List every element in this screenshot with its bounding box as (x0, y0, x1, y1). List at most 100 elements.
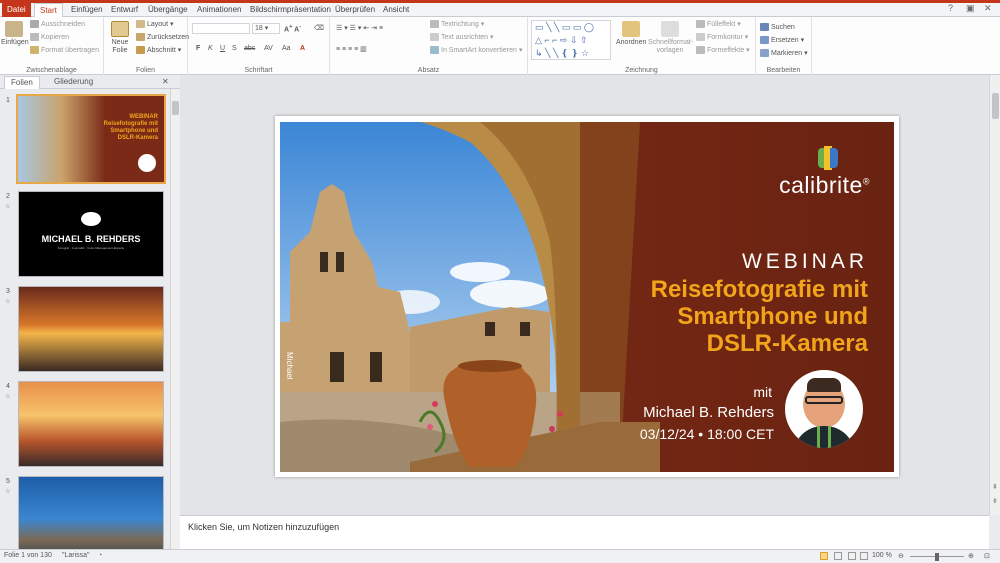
close-icon[interactable]: ✕ (984, 3, 992, 14)
reading-view-icon[interactable] (848, 552, 856, 560)
scroll-thumb[interactable] (172, 101, 179, 115)
grow-font-icon[interactable]: A+ A- (284, 24, 301, 33)
slideshow-icon[interactable] (860, 552, 868, 560)
tab-bildschirmpraesentation[interactable]: Bildschirmpräsentation (245, 3, 336, 17)
notes-placeholder[interactable]: Klicken Sie, um Notizen hinzuzufügen (188, 522, 339, 532)
slide-thumbnail-4[interactable] (18, 381, 164, 467)
shape-outline-label: Formkontur (707, 34, 743, 41)
logo-text: calibrite (779, 172, 863, 198)
slide-thumbnail-3[interactable] (18, 286, 164, 372)
font-color-button[interactable]: A (300, 45, 305, 52)
shapes-gallery[interactable]: ▭ ╲ ╲ ▭ ▭ ◯ △ ⌐ ⌐ ⇨ ⇩ ⇧ ↳ ╲ ╲ ❴ ❵ ☆ (531, 20, 611, 60)
align-text-icon (430, 33, 439, 42)
shape-effects-button[interactable]: Formeffekte ▾ (696, 46, 750, 55)
tab-gliederung[interactable]: Gliederung (48, 76, 99, 88)
find-button[interactable]: Suchen (760, 23, 795, 31)
fit-slide-icon[interactable]: ⊡ (984, 552, 990, 560)
copy-label: Kopieren (41, 33, 70, 41)
canvas-scrollbar[interactable]: ⇞ ⇟ (989, 75, 1000, 515)
arrange-button[interactable]: Anordnen (616, 21, 646, 47)
thumbnail-scrollbar[interactable] (170, 89, 180, 549)
shape-outline-button[interactable]: Formkontur ▾ (696, 33, 748, 42)
next-slide-icon[interactable]: ⇟ (992, 497, 998, 505)
replace-button[interactable]: Ersetzen ▾ (760, 36, 804, 45)
font-size-box[interactable]: 18 ▾ (252, 23, 280, 34)
shape-fill-button[interactable]: Fülleffekt ▾ (696, 20, 741, 29)
tab-ueberpruefen[interactable]: Überprüfen (330, 3, 380, 17)
animation-star-icon: ☆ (5, 204, 11, 210)
calibrite-logo-mark (818, 146, 840, 172)
font-family-box[interactable] (192, 23, 250, 34)
zoom-level[interactable]: 100 % (872, 552, 892, 559)
paste-button[interactable]: Einfügen (1, 21, 29, 47)
new-slide-icon (111, 21, 129, 37)
prev-slide-icon[interactable]: ⇞ (992, 483, 998, 491)
thumb-2-name: MICHAEL B. REHDERS (41, 234, 141, 244)
tab-einfuegen[interactable]: Einfügen (66, 3, 108, 17)
slide-thumbnail-2[interactable]: MICHAEL B. REHDERS Fotograf · Journalist… (18, 191, 164, 277)
layout-button[interactable]: Layout ▾ (136, 20, 174, 29)
clear-format-icon[interactable]: ⌫ (314, 24, 324, 32)
zoom-in-icon[interactable]: ⊕ (968, 552, 974, 560)
select-label: Markieren (771, 50, 803, 57)
slide-thumbnail-1[interactable]: WEBINAR Reisefotografie mit Smartphone und… (16, 94, 166, 184)
close-panel-icon[interactable]: ✕ (162, 76, 169, 88)
quick-styles-button[interactable]: Schnellformat-vorlagen (648, 21, 693, 55)
tab-folien[interactable]: Folien (4, 76, 40, 89)
thumb-1-avatar (138, 154, 156, 172)
replace-label: Ersetzen (771, 37, 799, 44)
change-case-button[interactable]: Aa (282, 45, 291, 52)
tab-uebergaenge[interactable]: Übergänge (143, 3, 193, 17)
tab-ansicht[interactable]: Ansicht (378, 3, 414, 17)
new-slide-button[interactable]: Neue Folie (106, 21, 134, 55)
section-button[interactable]: Abschnitt ▾ (136, 46, 181, 55)
ribbon-options-icon[interactable]: ▣ (966, 3, 975, 14)
title-line-2: Smartphone und (677, 303, 868, 330)
animation-star-icon: ☆ (5, 299, 11, 305)
underline-button[interactable]: U (220, 45, 225, 52)
avatar-hair (807, 378, 841, 392)
reset-button[interactable]: Zurücksetzen (136, 33, 189, 41)
clipboard-icon (5, 21, 23, 37)
cut-button[interactable]: Ausschneiden (30, 20, 85, 28)
format-painter-button[interactable]: Format übertragen (30, 46, 99, 54)
text-direction-button[interactable]: Textrichtung ▾ (430, 20, 484, 29)
zoom-out-icon[interactable]: ⊖ (898, 552, 904, 560)
group-font: 18 ▾ A+ A- ⌫ F K U S abc AV Aa A Schrift… (188, 17, 330, 75)
tab-datei[interactable]: Datei (2, 3, 31, 17)
reset-label: Zurücksetzen (147, 33, 190, 41)
pen-icon (696, 33, 705, 42)
binoculars-icon (760, 23, 769, 31)
spellcheck-icon[interactable]: ◔ (98, 552, 102, 559)
section-icon (136, 46, 145, 55)
reset-icon (136, 33, 145, 41)
italic-button[interactable]: K (208, 45, 213, 52)
char-spacing-button[interactable]: AV (264, 45, 273, 52)
tab-start[interactable]: Start (34, 3, 63, 18)
normal-view-icon[interactable] (820, 552, 828, 560)
drawing-group-label: Zeichnung (625, 67, 658, 74)
slide-photo[interactable]: calibrite® WEBINAR Reisefotografie mit S… (280, 122, 894, 472)
bullets-icon[interactable]: ☰ ▾ ☰ ▾ ⇤ ⇥ ≡ (336, 24, 383, 32)
align-icons[interactable]: ≡ ≡ ≡ ≡ ▥ (336, 45, 367, 53)
shadow-button[interactable]: S (232, 45, 237, 52)
align-text-button[interactable]: Text ausrichten ▾ (430, 33, 494, 42)
smartart-button[interactable]: In SmartArt konvertieren ▾ (430, 46, 522, 55)
calibrite-logo: calibrite® (779, 172, 870, 199)
tab-animationen[interactable]: Animationen (192, 3, 246, 17)
editing-group-label: Bearbeiten (766, 67, 801, 74)
paintbrush-icon (30, 46, 39, 54)
tab-entwurf[interactable]: Entwurf (106, 3, 143, 17)
font-group-label: Schriftart (244, 67, 273, 74)
select-button[interactable]: Markieren ▾ (760, 49, 808, 58)
copy-button[interactable]: Kopieren (30, 33, 69, 41)
avatar-glasses (805, 396, 843, 404)
help-icon[interactable]: ? (948, 3, 953, 13)
notes-pane[interactable]: Klicken Sie, um Notizen hinzuzufügen (180, 515, 989, 549)
strikethrough-button[interactable]: abc (244, 45, 255, 52)
slide-sorter-icon[interactable] (834, 552, 842, 560)
format-painter-label: Format übertragen (41, 46, 99, 54)
scroll-thumb[interactable] (992, 93, 999, 119)
bold-button[interactable]: F (196, 45, 200, 52)
zoom-slider-thumb[interactable] (935, 553, 939, 561)
